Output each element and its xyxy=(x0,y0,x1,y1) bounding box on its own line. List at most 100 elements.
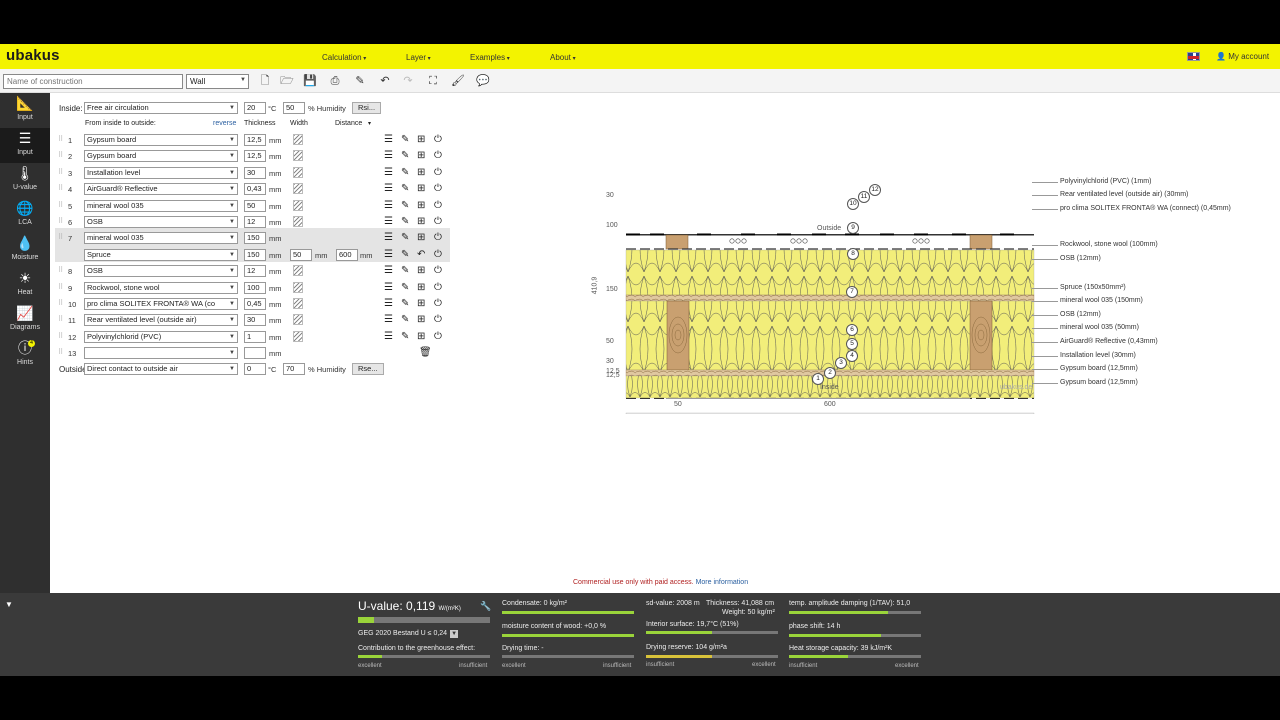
drag-handle-icon[interactable]: ⠿ xyxy=(58,201,63,209)
pencil-icon[interactable]: ✎ xyxy=(401,298,409,310)
export-icon[interactable]: ⎙ xyxy=(328,74,342,88)
reverse-link[interactable]: reverse xyxy=(213,120,236,127)
drag-handle-icon[interactable]: ⠿ xyxy=(58,266,63,274)
sidebar-item-lca[interactable]: 🌐 LCA xyxy=(0,198,50,233)
construction-type-select[interactable]: Wall xyxy=(186,74,249,89)
layer-thickness-input[interactable]: 100 xyxy=(244,282,266,294)
nav-about[interactable]: About xyxy=(550,53,576,62)
menu-icon[interactable]: ☰ xyxy=(384,134,393,146)
material-pattern-icon[interactable] xyxy=(293,134,303,145)
inside-temp-input[interactable]: 20 xyxy=(244,102,266,114)
comment-icon[interactable]: 💬 xyxy=(476,74,490,88)
add-row-icon[interactable]: ⊞ xyxy=(417,298,425,310)
outside-condition-select[interactable]: Direct contact to outside air xyxy=(84,363,238,375)
layer-marker[interactable]: 4 xyxy=(846,350,858,362)
drag-handle-icon[interactable]: ⠿ xyxy=(58,348,63,356)
sidebar-item-input-layers[interactable]: ☰ Input xyxy=(0,128,50,163)
menu-icon[interactable]: ☰ xyxy=(384,200,393,212)
layer-thickness-input[interactable]: 30 xyxy=(244,314,266,326)
drag-handle-icon[interactable]: ⠿ xyxy=(58,151,63,159)
layer-material-select[interactable]: Gypsum board xyxy=(84,150,238,162)
menu-icon[interactable]: ☰ xyxy=(384,298,393,310)
layer-material-select[interactable]: Rockwool, stone wool xyxy=(84,282,238,294)
pencil-icon[interactable]: ✎ xyxy=(401,167,409,179)
layer-material-select[interactable]: mineral wool 035 xyxy=(84,200,238,212)
outside-humidity-input[interactable]: 70 xyxy=(283,363,305,375)
layer-marker[interactable]: 11 xyxy=(858,191,870,203)
layer-marker[interactable]: 6 xyxy=(846,324,858,336)
trash-icon[interactable]: 🗑 xyxy=(419,347,432,359)
drag-handle-icon[interactable]: ⠿ xyxy=(58,184,63,192)
menu-icon[interactable]: ☰ xyxy=(384,150,393,162)
construction-name-input[interactable] xyxy=(3,74,183,89)
material-pattern-icon[interactable] xyxy=(293,314,303,325)
layer-material-select[interactable]: AirGuard® Reflective xyxy=(84,183,238,195)
layer-material-select[interactable]: mineral wool 035 xyxy=(84,232,238,244)
layer-marker[interactable]: 10 xyxy=(847,198,859,210)
outside-temp-input[interactable]: 0 xyxy=(244,363,266,375)
redo-icon[interactable]: ↷ xyxy=(401,74,415,88)
paint-icon[interactable]: 🖌 xyxy=(451,74,465,88)
sidebar-item-moisture[interactable]: 💧 Moisture xyxy=(0,233,50,268)
layer-marker[interactable]: 1 xyxy=(812,373,824,385)
batten-right[interactable] xyxy=(969,234,993,250)
layer-marker[interactable]: 7 xyxy=(846,286,858,298)
nav-examples[interactable]: Examples xyxy=(470,53,510,62)
save-icon[interactable]: 💾 xyxy=(303,74,317,88)
layer-marker[interactable]: 9 xyxy=(847,222,859,234)
gypsum-board-outer[interactable] xyxy=(625,412,1035,414)
layer-width-input[interactable]: 50 xyxy=(290,249,312,261)
pencil-icon[interactable]: ✎ xyxy=(401,314,409,326)
inside-humidity-input[interactable]: 50 xyxy=(283,102,305,114)
layer-thickness-input[interactable]: 12,5 xyxy=(244,150,266,162)
add-row-icon[interactable]: ⊞ xyxy=(417,232,425,244)
layer-thickness-input[interactable]: 12,5 xyxy=(244,134,266,146)
menu-icon[interactable]: ☰ xyxy=(384,232,393,244)
power-icon[interactable]: ⏻ xyxy=(434,167,442,179)
layer-material-select[interactable]: Polyvinylchlorid (PVC) xyxy=(84,331,238,343)
drag-handle-icon[interactable]: ⠿ xyxy=(58,315,63,323)
layer-material-select[interactable]: Spruce xyxy=(84,249,238,261)
spruce-stud-left[interactable] xyxy=(666,300,690,371)
menu-icon[interactable]: ☰ xyxy=(384,282,393,294)
power-icon[interactable]: ⏻ xyxy=(434,134,442,146)
more-information-link[interactable]: More information xyxy=(696,579,749,586)
layer-thickness-input[interactable]: 12 xyxy=(244,216,266,228)
pencil-icon[interactable]: ✎ xyxy=(401,232,409,244)
drag-handle-icon[interactable]: ⠿ xyxy=(58,168,63,176)
pencil-icon[interactable]: ✎ xyxy=(401,200,409,212)
distance-header[interactable]: Distance xyxy=(335,120,362,127)
menu-icon[interactable]: ☰ xyxy=(384,314,393,326)
sidebar-item-u-value[interactable]: 🌡 U-value xyxy=(0,163,50,198)
layer-thickness-input[interactable] xyxy=(244,347,266,359)
add-row-icon[interactable]: ⊞ xyxy=(417,150,425,162)
menu-icon[interactable]: ☰ xyxy=(384,183,393,195)
drag-handle-icon[interactable]: ⠿ xyxy=(58,283,63,291)
add-row-icon[interactable]: ⊞ xyxy=(417,167,425,179)
material-pattern-icon[interactable] xyxy=(293,216,303,227)
layer-material-select[interactable]: Gypsum board xyxy=(84,134,238,146)
uk-flag-icon[interactable] xyxy=(1187,52,1200,61)
menu-icon[interactable]: ☰ xyxy=(384,216,393,228)
power-icon[interactable]: ⏻ xyxy=(434,331,442,343)
material-pattern-icon[interactable] xyxy=(293,298,303,309)
rockwool-layer[interactable] xyxy=(625,249,1035,296)
layer-material-select[interactable]: Rear ventilated level (outside air) xyxy=(84,314,238,326)
distance-dropdown-icon[interactable]: ▾ xyxy=(368,120,371,127)
ubakus-logo[interactable]: ubakus xyxy=(6,47,60,64)
rse-button[interactable]: Rse... xyxy=(352,363,384,375)
menu-icon[interactable]: ☰ xyxy=(384,249,393,261)
menu-icon[interactable]: ☰ xyxy=(384,167,393,179)
power-icon[interactable]: ⏻ xyxy=(434,314,442,326)
drag-handle-icon[interactable]: ⠿ xyxy=(58,332,63,340)
osb-layer-outer[interactable] xyxy=(625,294,1035,302)
material-pattern-icon[interactable] xyxy=(293,167,303,178)
nav-layer[interactable]: Layer xyxy=(406,53,431,62)
layer-material-select[interactable] xyxy=(84,347,238,359)
layer-marker[interactable]: 3 xyxy=(835,357,847,369)
pencil-icon[interactable]: ✎ xyxy=(401,150,409,162)
layer-marker[interactable]: 2 xyxy=(824,367,836,379)
sidebar-item-input-ruler[interactable]: 📐 Input xyxy=(0,93,50,128)
drag-handle-icon[interactable]: ⠿ xyxy=(58,299,63,307)
undo-icon[interactable]: ↶ xyxy=(378,74,392,88)
